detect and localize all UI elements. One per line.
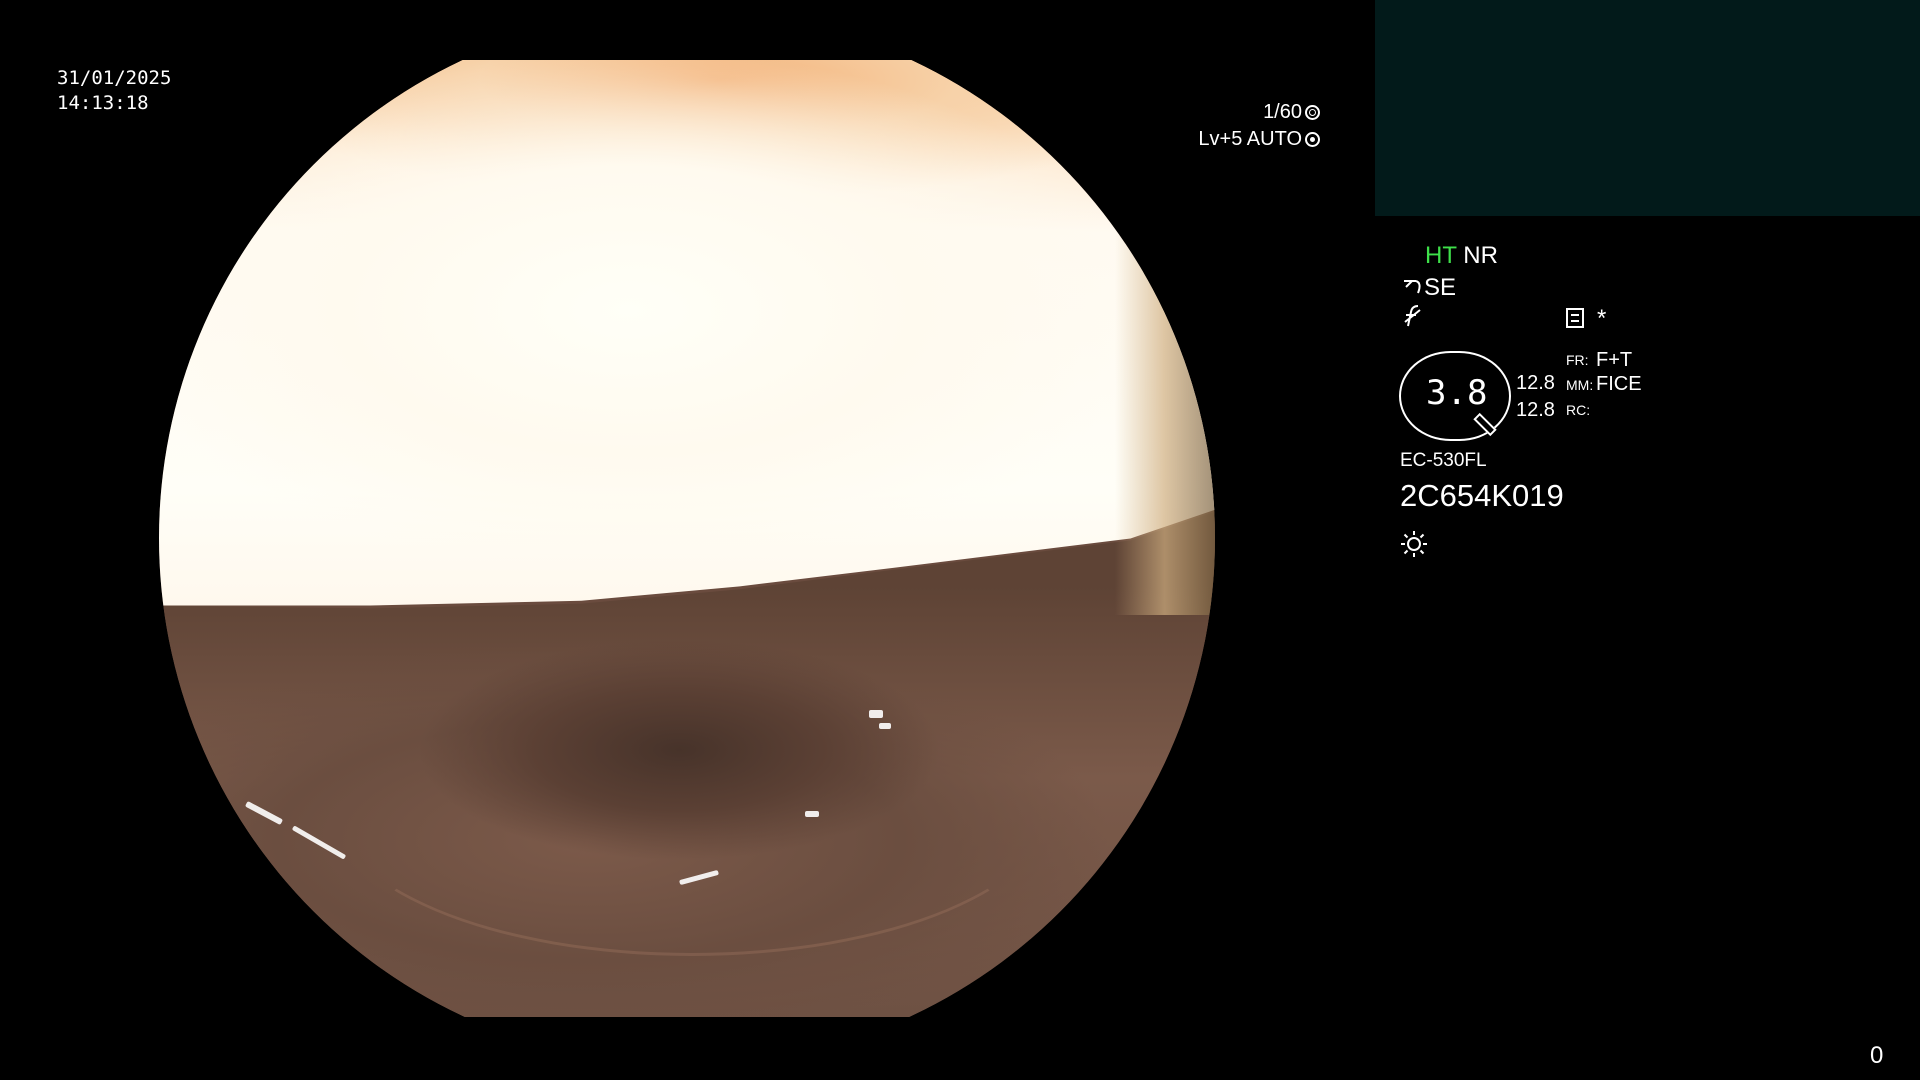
mm-value: FICE (1596, 373, 1642, 395)
target-icon (1305, 132, 1320, 147)
processing-modes: HT NR (1425, 244, 1498, 268)
scope-model: EC-530FL (1400, 450, 1487, 471)
sun-icon (1401, 531, 1427, 557)
scope-serial: 2C654K019 (1400, 478, 1564, 513)
value-2: 12.8 (1516, 399, 1555, 421)
brightness-level: Lv+5 AUTO (1198, 129, 1320, 149)
value-1: 12.8 (1516, 372, 1555, 394)
shutter-speed: 1/60 (1263, 102, 1320, 122)
specular-highlight (359, 985, 399, 990)
image-counter: 0 (1870, 1042, 1884, 1069)
sub-image-panel (1375, 0, 1920, 216)
specular-highlight (869, 710, 883, 718)
level-value: Lv+5 AUTO (1198, 128, 1302, 150)
star-indicator: * (1597, 305, 1607, 332)
date: 31/01/2025 (57, 67, 172, 89)
mm-label: MM: (1566, 377, 1594, 393)
endoscope-view (159, 60, 1215, 1017)
specular-highlight (879, 723, 891, 729)
shutter-icon (1305, 105, 1320, 120)
se-indicator: SE (1402, 276, 1456, 300)
scope-tip-icon (1404, 280, 1421, 294)
rc-label: RC: (1566, 402, 1591, 418)
datetime: 31/01/2025 14:13:18 (57, 66, 171, 116)
zoom-value: 3.8 (1426, 373, 1488, 413)
fr-value: F+T (1596, 349, 1633, 371)
f-indicator (1402, 304, 1424, 332)
fr-label: FR: (1566, 352, 1589, 368)
f-icon (1404, 305, 1421, 327)
nr-indicator: NR (1463, 242, 1498, 269)
document-icon (1566, 308, 1584, 328)
ht-indicator: HT (1425, 242, 1457, 269)
time: 14:13:18 (57, 92, 149, 114)
shutter-value: 1/60 (1263, 101, 1302, 123)
specular-highlight (805, 811, 819, 817)
se-label: SE (1424, 274, 1457, 301)
